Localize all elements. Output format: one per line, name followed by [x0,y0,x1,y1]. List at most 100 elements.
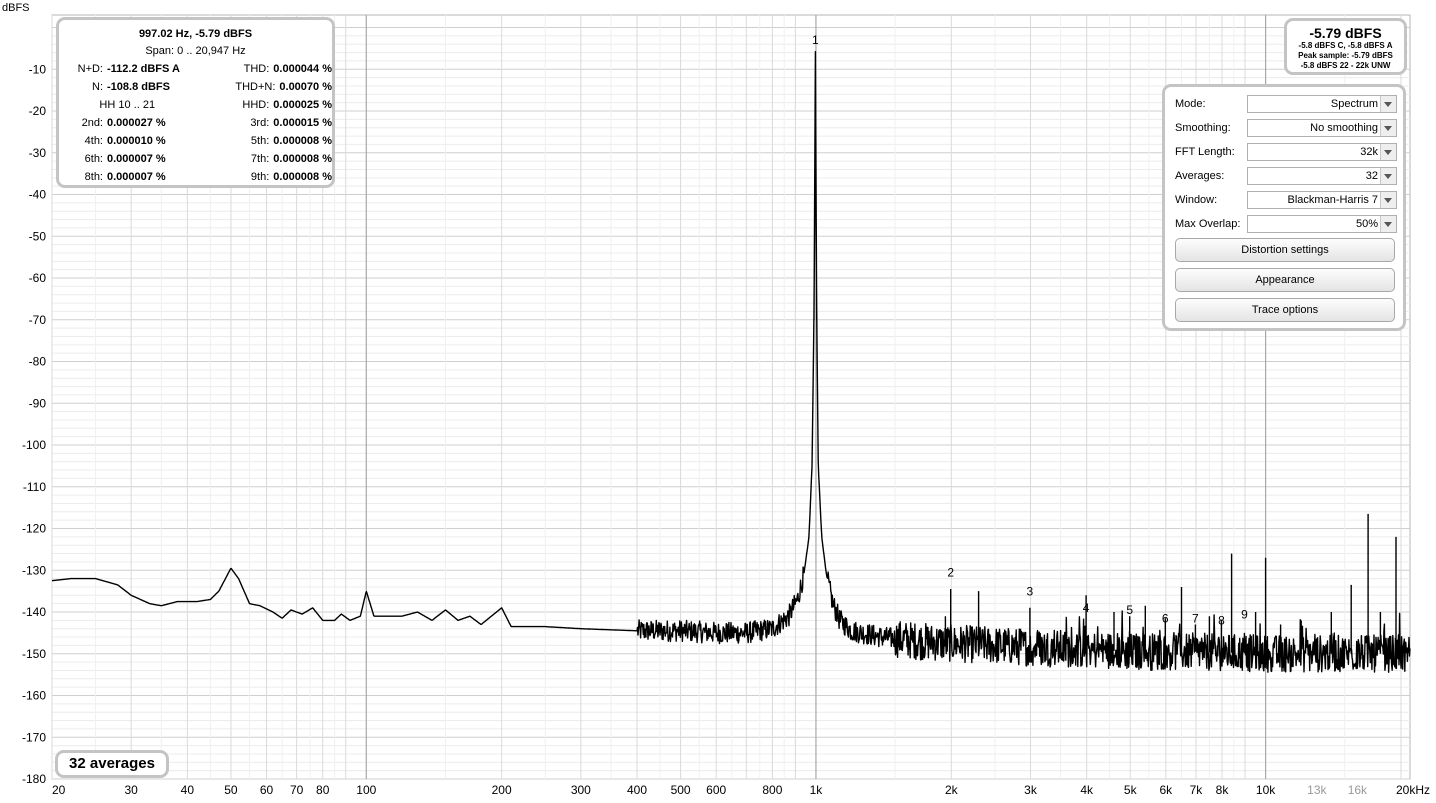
h2-value: 0.000027 % [107,117,166,129]
h9-label: 9th: [250,171,270,183]
nd-value: -112.2 dBFS A [107,63,180,75]
h4-value: 0.000010 % [107,135,166,147]
y-tick-label: -160 [22,689,46,703]
appearance-button[interactable]: Appearance [1175,268,1395,292]
x-tick-label: 2k [945,783,959,797]
harmonic-label: 8 [1218,614,1225,628]
x-tick-label: 500 [671,783,691,797]
x-tick-label: 50 [224,783,238,797]
x-tick-label: 1k [810,783,824,797]
hhd-value: 0.000025 % [273,99,332,111]
y-tick-label: -130 [22,563,46,577]
x-tick-label: 20 [52,783,66,797]
nd-label: N+D: [77,63,103,75]
max-overlap-select[interactable]: 50% [1247,215,1397,233]
stats-row: N+D: -112.2 dBFS A THD: 0.000044 % [59,60,332,78]
thdn-label: THD+N: [235,81,276,93]
n-label: N: [92,81,103,93]
max-overlap-label: Max Overlap: [1175,218,1241,230]
mode-label: Mode: [1175,98,1206,110]
harmonic-label: 7 [1192,611,1199,625]
h3-label: 3rd: [250,117,270,129]
x-tick-label: 800 [762,783,782,797]
x-tick-label: 400 [627,783,647,797]
x-tick-label: 40 [181,783,195,797]
harmonic-label: 3 [1027,584,1034,598]
stats-row: HH 10 .. 21 HHD: 0.000025 % [59,96,332,114]
averages-control: Averages: 32 [1175,166,1399,186]
chevron-down-icon[interactable] [1380,168,1396,184]
h8-label: 8th: [84,171,103,183]
chevron-down-icon[interactable] [1380,144,1396,160]
distortion-settings-button[interactable]: Distortion settings [1175,238,1395,262]
x-tick-label: 7k [1190,783,1204,797]
max-overlap-value: 50% [1355,218,1378,230]
x-tick-label: 3k [1024,783,1038,797]
window-select[interactable]: Blackman-Harris 7 [1247,191,1397,209]
h9-value: 0.000008 % [273,171,332,183]
chevron-down-icon[interactable] [1380,120,1396,136]
x-tick-label: 30 [125,783,139,797]
x-tick-label: 80 [316,783,330,797]
y-tick-label: -180 [22,772,46,786]
fft-length-label: FFT Length: [1175,146,1235,158]
averages-badge: 32 averages [55,750,169,778]
fft-length-value: 32k [1360,146,1378,158]
averages-select[interactable]: 32 [1247,167,1397,185]
h2-label: 2nd: [81,117,103,129]
x-tick-label: 4k [1080,783,1094,797]
thd-label: THD: [243,63,270,75]
smoothing-value: No smoothing [1310,122,1378,134]
chevron-down-icon[interactable] [1380,96,1396,112]
max-overlap-control: Max Overlap: 50% [1175,214,1399,234]
y-tick-label: -100 [22,438,46,452]
mode-control: Mode: Spectrum [1175,94,1399,114]
h4-label: 4th: [84,135,103,147]
trace-options-button[interactable]: Trace options [1175,298,1395,322]
chevron-down-icon[interactable] [1380,192,1396,208]
stats-row: 4th: 0.000010 % 5th: 0.000008 % [59,132,332,150]
fft-length-control: FFT Length: 32k [1175,142,1399,162]
h3-value: 0.000015 % [273,117,332,129]
h8-value: 0.000007 % [107,171,166,183]
window-label: Window: [1175,194,1218,206]
x-tick-label: 100 [356,783,376,797]
harmonic-label: 1 [812,33,819,47]
y-tick-label: -60 [29,271,47,285]
x-tick-label: 20kHz [1396,783,1430,797]
y-tick-label: -40 [29,188,47,202]
y-tick-label: -10 [29,62,47,76]
y-tick-label: -50 [29,229,47,243]
h6-label: 6th: [84,153,103,165]
harmonic-label: 2 [947,566,954,580]
x-axis-ticks: 20 30 40 50 60 70 80 100 200 300 400 500 600 800 1k 2k 3… [52,783,1430,797]
stats-row: N: -108.8 dBFS THD+N: 0.00070 % [59,78,332,96]
x-tick-label: 8k [1216,783,1230,797]
x-tick-label: 300 [571,783,591,797]
x-tick-label: 5k [1124,783,1138,797]
window-value: Blackman-Harris 7 [1287,194,1378,206]
fft-length-select[interactable]: 32k [1247,143,1397,161]
stats-row: 6th: 0.000007 % 7th: 0.000008 % [59,150,332,168]
smoothing-select[interactable]: No smoothing [1247,119,1397,137]
averages-value: 32 [1365,170,1378,182]
y-tick-label: -80 [29,355,47,369]
stats-title: 997.02 Hz, -5.79 dBFS [138,28,253,40]
y-tick-label: -170 [22,730,46,744]
x-tick-label: 16k [1348,783,1368,797]
smoothing-control: Smoothing: No smoothing [1175,118,1399,138]
level-peak-sample: Peak sample: -5.79 dBFS [1298,51,1393,60]
y-axis-ticks: -10 -20 -30 -40 -50 -60 -70 -80 -90 -100 -110 -120 -… [22,62,46,786]
level-readout-panel: -5.79 dBFS -5.8 dBFS C, -5.8 dBFS A Peak… [1284,18,1407,75]
mode-select[interactable]: Spectrum [1247,95,1397,113]
x-tick-label: 10k [1256,783,1276,797]
smoothing-label: Smoothing: [1175,122,1231,134]
h5-label: 5th: [250,135,270,147]
hhd-label: HHD: [242,99,270,111]
h5-value: 0.000008 % [273,135,332,147]
stats-span: Span: 0 .. 20,947 Hz [145,45,246,57]
n-value: -108.8 dBFS [107,81,170,93]
chevron-down-icon[interactable] [1380,216,1396,232]
h6-value: 0.000007 % [107,153,166,165]
h7-value: 0.000008 % [273,153,332,165]
